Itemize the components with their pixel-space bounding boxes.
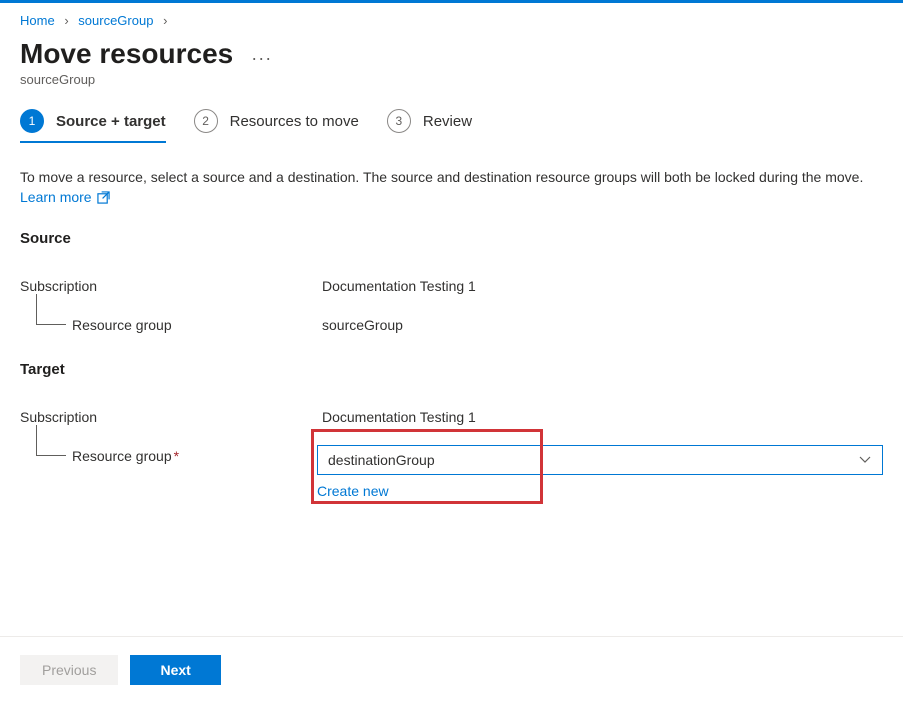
target-rg-row: Resource group* Create new: [20, 445, 883, 499]
target-heading: Target: [20, 361, 883, 378]
intro-text: To move a resource, select a source and …: [20, 167, 883, 208]
field-label: Subscription: [20, 275, 322, 294]
next-button[interactable]: Next: [130, 655, 220, 685]
wizard-tabs: 1 Source + target 2 Resources to move 3 …: [0, 103, 903, 143]
breadcrumb: Home › sourceGroup ›: [0, 3, 903, 34]
breadcrumb-home[interactable]: Home: [20, 13, 55, 28]
create-new-link[interactable]: Create new: [317, 483, 389, 499]
field-value: sourceGroup: [322, 314, 883, 333]
breadcrumb-sep: ›: [163, 13, 167, 28]
breadcrumb-group[interactable]: sourceGroup: [78, 13, 153, 28]
required-marker: *: [174, 448, 179, 464]
tab-review[interactable]: 3 Review: [387, 103, 472, 143]
footer-actions: Previous Next: [0, 636, 903, 703]
external-link-icon: [97, 191, 110, 204]
page-title: Move resources: [20, 38, 233, 70]
more-icon[interactable]: ···: [251, 40, 272, 69]
step-label: Source + target: [56, 113, 166, 130]
step-number: 1: [20, 109, 44, 133]
previous-button[interactable]: Previous: [20, 655, 118, 685]
source-rg-row: Resource group sourceGroup: [20, 314, 883, 333]
field-value: Documentation Testing 1: [322, 406, 883, 425]
source-subscription-row: Subscription Documentation Testing 1: [20, 275, 883, 294]
target-rg-select[interactable]: [317, 445, 883, 475]
step-label: Resources to move: [230, 113, 359, 130]
field-value: Documentation Testing 1: [322, 275, 883, 294]
breadcrumb-sep: ›: [64, 13, 68, 28]
source-heading: Source: [20, 230, 883, 247]
step-number: 3: [387, 109, 411, 133]
page-subtitle: sourceGroup: [0, 70, 903, 103]
tab-source-target[interactable]: 1 Source + target: [20, 103, 166, 143]
field-label: Subscription: [20, 406, 322, 425]
select-wrapper: [317, 445, 883, 475]
intro-body: To move a resource, select a source and …: [20, 169, 863, 185]
title-row: Move resources ···: [0, 34, 903, 70]
field-label: Resource group: [20, 314, 322, 333]
target-subscription-row: Subscription Documentation Testing 1: [20, 406, 883, 425]
field-label: Resource group*: [20, 445, 317, 464]
tab-resources-to-move[interactable]: 2 Resources to move: [194, 103, 359, 143]
step-number: 2: [194, 109, 218, 133]
field-value-area: Create new: [317, 445, 883, 499]
step-label: Review: [423, 113, 472, 130]
content-area: To move a resource, select a source and …: [0, 143, 903, 499]
learn-more-link[interactable]: Learn more: [20, 189, 110, 205]
